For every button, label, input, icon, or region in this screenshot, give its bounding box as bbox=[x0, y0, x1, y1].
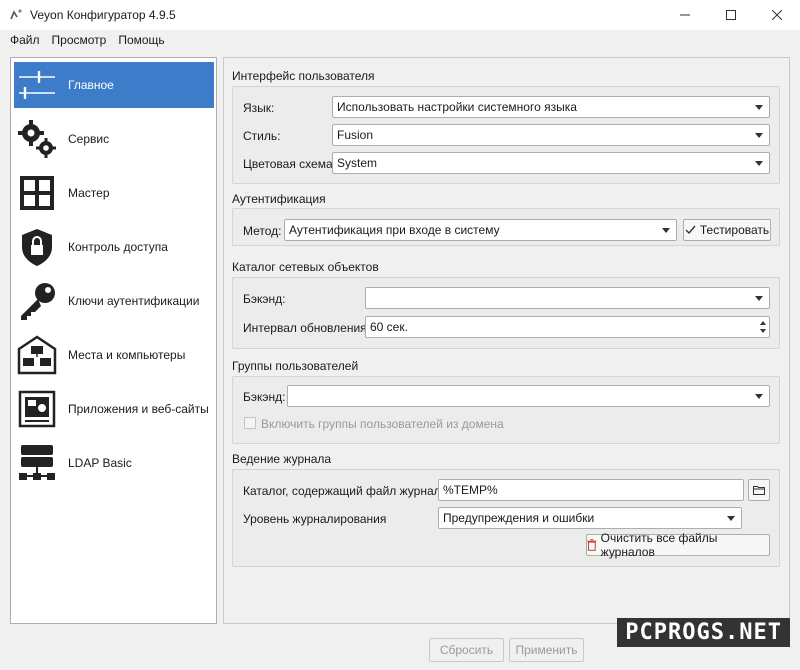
sidebar: Главное Сервис Мастер Контроль доступа К… bbox=[10, 57, 217, 624]
sidebar-item-master[interactable]: Мастер bbox=[14, 170, 214, 216]
reset-button[interactable]: Сбросить bbox=[429, 638, 504, 662]
sidebar-item-label: Главное bbox=[68, 78, 114, 92]
close-button[interactable] bbox=[754, 0, 800, 30]
log-level-value: Предупреждения и ошибки bbox=[443, 511, 595, 525]
auth-method-combo[interactable]: Аутентификация при входе в систему bbox=[284, 219, 677, 241]
style-value: Fusion bbox=[337, 128, 374, 142]
computers-icon bbox=[16, 334, 58, 376]
method-value: Аутентификация при входе в систему bbox=[289, 223, 500, 237]
color-scheme-combo[interactable]: System bbox=[332, 152, 770, 174]
language-label: Язык: bbox=[243, 101, 275, 115]
sidebar-item-general[interactable]: Главное bbox=[14, 62, 214, 108]
interval-spinbox[interactable]: 60 сек. bbox=[365, 316, 770, 338]
sidebar-item-apps[interactable]: Приложения и веб-сайты bbox=[14, 386, 214, 432]
usergroups-backend-combo[interactable] bbox=[287, 385, 770, 407]
chevron-down-icon bbox=[662, 228, 670, 233]
apply-button-label: Применить bbox=[515, 643, 578, 657]
menu-help[interactable]: Помощь bbox=[112, 33, 170, 47]
language-value: Использовать настройки системного языка bbox=[337, 100, 577, 114]
clear-logs-label: Очистить все файлы журналов bbox=[600, 531, 718, 559]
checkmark-icon bbox=[685, 225, 696, 235]
catalog-backend-combo[interactable] bbox=[365, 287, 770, 309]
key-icon bbox=[16, 280, 58, 322]
interval-value: 60 сек. bbox=[370, 320, 408, 334]
veyon-app-icon bbox=[8, 7, 24, 23]
grid-icon bbox=[16, 172, 58, 214]
log-dir-input[interactable]: %TEMP% bbox=[438, 479, 744, 501]
chevron-down-icon bbox=[727, 516, 735, 521]
sidebar-item-service[interactable]: Сервис bbox=[14, 116, 214, 162]
language-combo[interactable]: Использовать настройки системного языка bbox=[332, 96, 770, 118]
scheme-label: Цветовая схема: bbox=[243, 157, 336, 171]
menu-bar: Файл Просмотр Помощь bbox=[0, 30, 800, 50]
sidebar-item-locations[interactable]: Места и компьютеры bbox=[14, 332, 214, 378]
chevron-down-icon bbox=[755, 133, 763, 138]
log-level-label: Уровень журналирования bbox=[243, 512, 387, 526]
style-combo[interactable]: Fusion bbox=[332, 124, 770, 146]
style-label: Стиль: bbox=[243, 129, 281, 143]
sliders-icon bbox=[16, 64, 58, 106]
browse-folder-button[interactable] bbox=[748, 479, 770, 501]
sidebar-item-label: Места и компьютеры bbox=[68, 348, 186, 362]
settings-panel: Интерфейс пользователя Язык: Использоват… bbox=[223, 57, 790, 624]
maximize-icon bbox=[726, 10, 736, 20]
catalog-backend-label: Бэкэнд: bbox=[243, 292, 286, 306]
scheme-value: System bbox=[337, 156, 378, 170]
test-button[interactable]: Тестировать bbox=[683, 219, 771, 241]
sidebar-item-auth-keys[interactable]: Ключи аутентификации bbox=[14, 278, 214, 324]
sidebar-item-label: Сервис bbox=[68, 132, 110, 146]
apply-button[interactable]: Применить bbox=[509, 638, 584, 662]
sidebar-item-access-control[interactable]: Контроль доступа bbox=[14, 224, 214, 270]
include-domain-label: Включить группы пользователей из домена bbox=[261, 417, 504, 431]
group-title-auth: Аутентификация bbox=[232, 192, 326, 206]
spin-arrows-icon bbox=[760, 321, 766, 333]
group-title-catalog: Каталог сетевых объектов bbox=[232, 260, 379, 274]
log-dir-label: Каталог, содержащий файл журнала bbox=[243, 484, 448, 498]
sidebar-item-label: Приложения и веб-сайты bbox=[68, 402, 209, 416]
shield-lock-icon bbox=[16, 226, 58, 268]
method-label: Метод: bbox=[243, 224, 282, 238]
chevron-down-icon bbox=[755, 394, 763, 399]
gears-icon bbox=[16, 118, 58, 160]
sidebar-item-label: LDAP Basic bbox=[68, 456, 132, 470]
chevron-down-icon bbox=[755, 161, 763, 166]
group-title-ui: Интерфейс пользователя bbox=[232, 69, 375, 83]
group-title-logging: Ведение журнала bbox=[232, 452, 332, 466]
minimize-button[interactable] bbox=[662, 0, 708, 30]
trash-icon bbox=[587, 539, 597, 551]
watermark: PCPROGS.NET bbox=[617, 618, 790, 647]
reset-button-label: Сбросить bbox=[439, 643, 494, 657]
folder-icon bbox=[753, 486, 765, 495]
window-title: Veyon Конфигуратор 4.9.5 bbox=[30, 8, 176, 22]
usergroups-backend-label: Бэкэнд: bbox=[243, 390, 286, 404]
sidebar-item-ldap[interactable]: LDAP Basic bbox=[14, 440, 214, 486]
clear-logs-button[interactable]: Очистить все файлы журналов bbox=[586, 531, 770, 559]
maximize-button[interactable] bbox=[708, 0, 754, 30]
log-dir-value: %TEMP% bbox=[443, 483, 498, 497]
sidebar-item-label: Ключи аутентификации bbox=[68, 294, 200, 308]
group-title-usergroups: Группы пользователей bbox=[232, 359, 359, 373]
apps-icon bbox=[16, 388, 58, 430]
database-icon bbox=[16, 442, 58, 484]
title-bar: Veyon Конфигуратор 4.9.5 bbox=[0, 0, 800, 30]
close-icon bbox=[772, 10, 782, 20]
minimize-icon bbox=[680, 14, 690, 16]
chevron-down-icon bbox=[755, 296, 763, 301]
test-button-label: Тестировать bbox=[699, 223, 770, 237]
chevron-down-icon bbox=[755, 105, 763, 110]
sidebar-item-label: Контроль доступа bbox=[68, 240, 168, 254]
menu-file[interactable]: Файл bbox=[4, 33, 46, 47]
sidebar-item-label: Мастер bbox=[68, 186, 110, 200]
include-domain-checkbox[interactable] bbox=[244, 417, 256, 429]
interval-label: Интервал обновления: bbox=[243, 321, 370, 335]
log-level-combo[interactable]: Предупреждения и ошибки bbox=[438, 507, 742, 529]
menu-view[interactable]: Просмотр bbox=[46, 33, 113, 47]
